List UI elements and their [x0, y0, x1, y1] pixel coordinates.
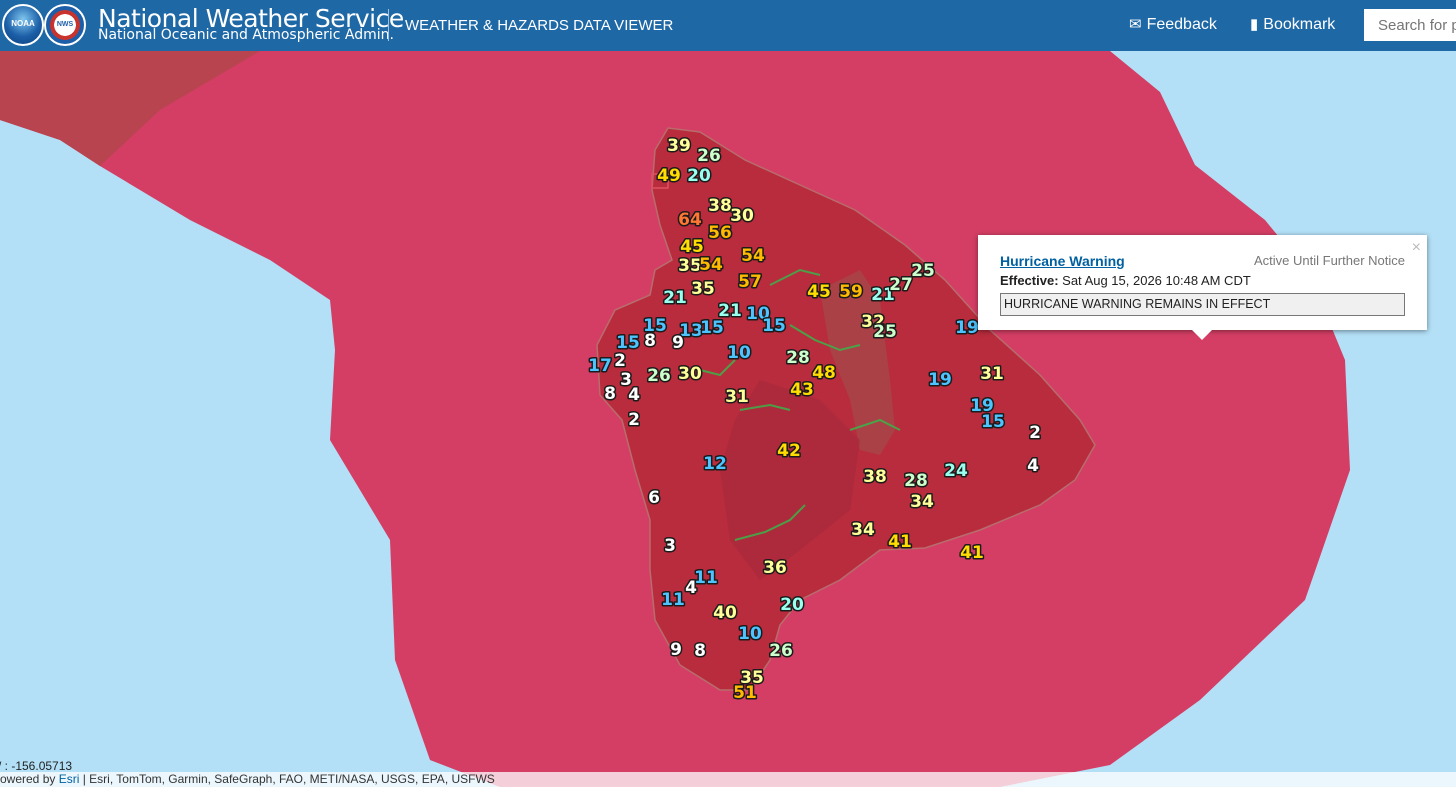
popup-title-link[interactable]: Hurricane Warning: [1000, 253, 1125, 269]
observation-label[interactable]: 35: [690, 278, 717, 301]
hazard-popup: × Hurricane Warning Active Until Further…: [978, 235, 1427, 340]
observation-label[interactable]: 56: [707, 222, 734, 245]
observation-label[interactable]: 2: [627, 409, 642, 432]
popup-message: HURRICANE WARNING REMAINS IN EFFECT: [1000, 293, 1405, 316]
observation-label[interactable]: 11: [660, 589, 687, 612]
observation-label[interactable]: 34: [850, 519, 877, 542]
observation-label[interactable]: 8: [643, 330, 658, 353]
observation-label[interactable]: 9: [669, 639, 684, 662]
observation-label[interactable]: 28: [785, 347, 812, 370]
popup-effective-value: Sat Aug 15, 2026 10:48 AM CDT: [1062, 273, 1251, 288]
observation-label[interactable]: 51: [732, 682, 759, 705]
observation-label[interactable]: 25: [910, 260, 937, 283]
map-attribution: owered by Esri | Esri, TomTom, Garmin, S…: [0, 772, 1456, 787]
envelope-icon: ✉: [1129, 16, 1142, 33]
noaa-logo-text: NOAA: [11, 19, 35, 28]
observation-label[interactable]: 15: [699, 317, 726, 340]
observation-label[interactable]: 19: [954, 317, 981, 340]
observation-label[interactable]: 15: [980, 411, 1007, 434]
observation-label[interactable]: 41: [959, 542, 986, 565]
observation-label[interactable]: 57: [737, 271, 764, 294]
site-subtitle: National Oceanic and Atmospheric Admin.: [98, 27, 394, 43]
esri-link[interactable]: Esri: [59, 772, 80, 786]
observation-label[interactable]: 4: [684, 577, 699, 600]
close-icon[interactable]: ×: [1412, 239, 1421, 257]
observation-label[interactable]: 2: [1028, 422, 1043, 445]
feedback-button[interactable]: ✉ Feedback: [1129, 15, 1217, 34]
observation-label[interactable]: 30: [677, 363, 704, 386]
observation-label[interactable]: 10: [737, 623, 764, 646]
observation-label[interactable]: 17: [587, 355, 614, 378]
observation-label[interactable]: 10: [726, 342, 753, 365]
observation-label[interactable]: 9: [671, 332, 686, 355]
popup-effective: Effective: Sat Aug 15, 2026 10:48 AM CDT: [1000, 273, 1251, 288]
observation-label[interactable]: 26: [768, 640, 795, 663]
observation-label[interactable]: 36: [762, 557, 789, 580]
observation-label[interactable]: 31: [979, 363, 1006, 386]
observation-label[interactable]: 26: [696, 145, 723, 168]
observation-label[interactable]: 40: [712, 602, 739, 625]
bookmark-icon: ▮: [1250, 16, 1259, 33]
attribution-sources: | Esri, TomTom, Garmin, SafeGraph, FAO, …: [79, 772, 495, 786]
viewer-title: WEATHER & HAZARDS DATA VIEWER: [405, 17, 674, 34]
header-divider: [388, 9, 389, 41]
observation-label[interactable]: 54: [698, 254, 725, 277]
observation-label[interactable]: 12: [702, 453, 729, 476]
observation-label[interactable]: 54: [740, 245, 767, 268]
observation-label[interactable]: 30: [729, 205, 756, 228]
observation-label[interactable]: 21: [662, 287, 689, 310]
coordinate-readout: / : -156.05713: [0, 759, 73, 773]
bookmark-button[interactable]: ▮ Bookmark: [1250, 15, 1335, 34]
observation-label[interactable]: 15: [761, 315, 788, 338]
observation-label[interactable]: 28: [903, 470, 930, 493]
popup-status: Active Until Further Notice: [1254, 253, 1405, 268]
map-canvas[interactable]: 39 2649 203830645645 54355435 572121 101515 13…: [0, 51, 1456, 787]
nws-logo[interactable]: NWS: [44, 4, 86, 46]
feedback-label: Feedback: [1146, 16, 1217, 33]
observation-label[interactable]: 20: [779, 594, 806, 617]
observation-label[interactable]: 3: [663, 535, 678, 558]
observation-label[interactable]: 41: [887, 531, 914, 554]
observation-label[interactable]: 24: [943, 460, 970, 483]
popup-pointer: [1192, 330, 1212, 340]
observation-label[interactable]: 19: [927, 369, 954, 392]
header-bar: NOAA NWS National Weather Service Nation…: [0, 0, 1456, 51]
observation-label[interactable]: 8: [603, 383, 618, 406]
bookmark-label: Bookmark: [1263, 16, 1336, 33]
observation-label[interactable]: 59: [838, 281, 865, 304]
noaa-logo[interactable]: NOAA: [2, 4, 44, 46]
observation-label[interactable]: 39: [666, 135, 693, 158]
observation-label[interactable]: 27: [888, 274, 915, 297]
observation-label[interactable]: 45: [679, 236, 706, 259]
observation-label[interactable]: 6: [647, 487, 662, 510]
map-view[interactable]: 39 26 49 20 38 30 64 56 45 54 35 54 35 57 21 21 10 15 15 13…: [0, 51, 1456, 787]
observation-label[interactable]: 38: [707, 195, 734, 218]
observation-label[interactable]: 4: [627, 384, 642, 407]
observation-label[interactable]: 25: [872, 321, 899, 344]
observation-label[interactable]: 11: [693, 567, 720, 590]
observation-label[interactable]: 8: [693, 640, 708, 663]
observation-label[interactable]: 64: [677, 209, 704, 232]
search-input[interactable]: [1364, 9, 1456, 41]
observation-label[interactable]: 20: [686, 165, 713, 188]
observation-label[interactable]: 49: [656, 165, 683, 188]
observation-label[interactable]: 31: [724, 386, 751, 409]
popup-effective-label: Effective:: [1000, 273, 1059, 288]
observation-label[interactable]: 48: [811, 362, 838, 385]
observation-label[interactable]: 4: [1026, 455, 1041, 478]
observation-label[interactable]: 42: [776, 440, 803, 463]
observation-label[interactable]: 38: [862, 466, 889, 489]
observation-label[interactable]: 45: [806, 281, 833, 304]
attribution-prefix: owered by: [0, 772, 59, 786]
nws-logo-text: NWS: [56, 21, 74, 28]
observation-label[interactable]: 26: [646, 365, 673, 388]
observation-label[interactable]: 2: [613, 350, 628, 373]
observation-label[interactable]: 43: [789, 379, 816, 402]
observation-label[interactable]: 34: [909, 491, 936, 514]
observation-label[interactable]: 15: [615, 332, 642, 355]
